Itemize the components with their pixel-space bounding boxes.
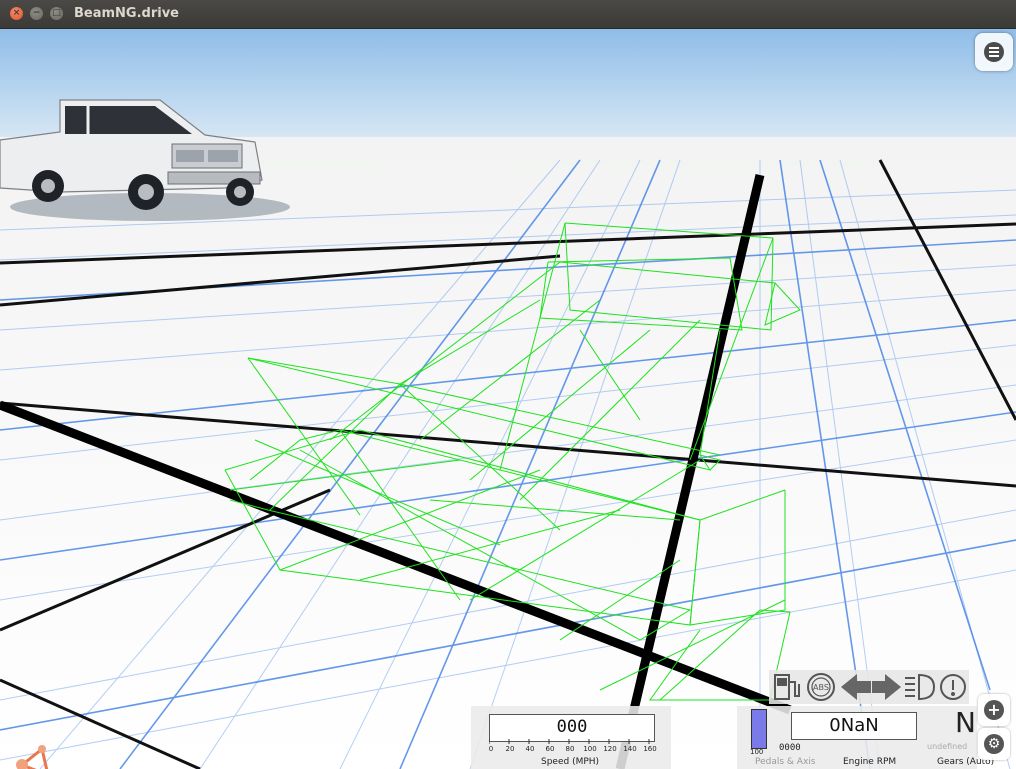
- headlight-icon: [905, 673, 936, 701]
- speed-tick-label: 100: [583, 745, 597, 753]
- speed-tick-label: 0: [488, 745, 494, 753]
- svg-text:ABS: ABS: [813, 683, 829, 692]
- speed-tick-label: 80: [565, 745, 575, 753]
- pedals-rpm-panel: 100 0000 0NaN Pedals & Axis Engine RPM: [737, 706, 917, 769]
- fuel-pump-icon: [774, 674, 800, 700]
- speed-tick-label: 140: [623, 745, 637, 753]
- gear-icon: ⚙: [984, 734, 1004, 754]
- speed-scale: 0 20 40 60 80 100 120 140 160: [488, 739, 657, 757]
- scene-canvas: [0, 29, 1016, 769]
- left-arrow-icon: [841, 674, 871, 700]
- window-titlebar: × − □ BeamNG.drive: [0, 0, 1016, 29]
- speedometer-panel: 000 0 20 40 60 80 100 120 140 160 Speed …: [471, 706, 671, 769]
- settings-button[interactable]: ⚙: [978, 728, 1010, 760]
- speed-value: 000: [556, 717, 588, 737]
- speed-tick-label: 20: [505, 745, 515, 753]
- pedal-scale-label: 100: [750, 748, 764, 756]
- beamng-logo-icon[interactable]: [12, 741, 58, 769]
- warning-icon: [940, 674, 966, 700]
- rpm-value: 0NaN: [829, 715, 879, 736]
- gear-sub-value: undefined: [927, 742, 968, 751]
- menu-icon: [984, 42, 1004, 62]
- window-maximize-button[interactable]: □: [50, 7, 63, 20]
- right-arrow-icon: [872, 674, 901, 700]
- pedal-counter: 0000: [779, 743, 801, 753]
- window-close-button[interactable]: ×: [10, 7, 23, 20]
- gears-panel: N undefined Gears (Auto): [917, 706, 994, 769]
- rpm-display: 0NaN: [791, 712, 917, 740]
- speed-tick-label: 160: [643, 745, 657, 753]
- speed-tick-label: 60: [545, 745, 555, 753]
- main-menu-button[interactable]: [975, 33, 1013, 71]
- pedal-axis-bar: [751, 709, 767, 749]
- game-viewport[interactable]: [0, 29, 1016, 769]
- speed-tick-label: 120: [603, 745, 617, 753]
- rpm-label: Engine RPM: [843, 757, 897, 767]
- plus-icon: +: [984, 700, 1004, 720]
- speed-tick-label: 40: [525, 745, 535, 753]
- pedals-label: Pedals & Axis: [755, 757, 816, 767]
- gear-value: N: [955, 706, 976, 739]
- add-app-button[interactable]: +: [978, 694, 1010, 726]
- speed-display: 000: [489, 714, 655, 742]
- window-title: BeamNG.drive: [74, 6, 179, 21]
- abs-icon: ABS: [807, 673, 835, 701]
- vehicle-indicator-strip: ABS: [769, 670, 969, 704]
- window-minimize-button[interactable]: −: [30, 7, 43, 20]
- speed-label: Speed (MPH): [541, 757, 600, 767]
